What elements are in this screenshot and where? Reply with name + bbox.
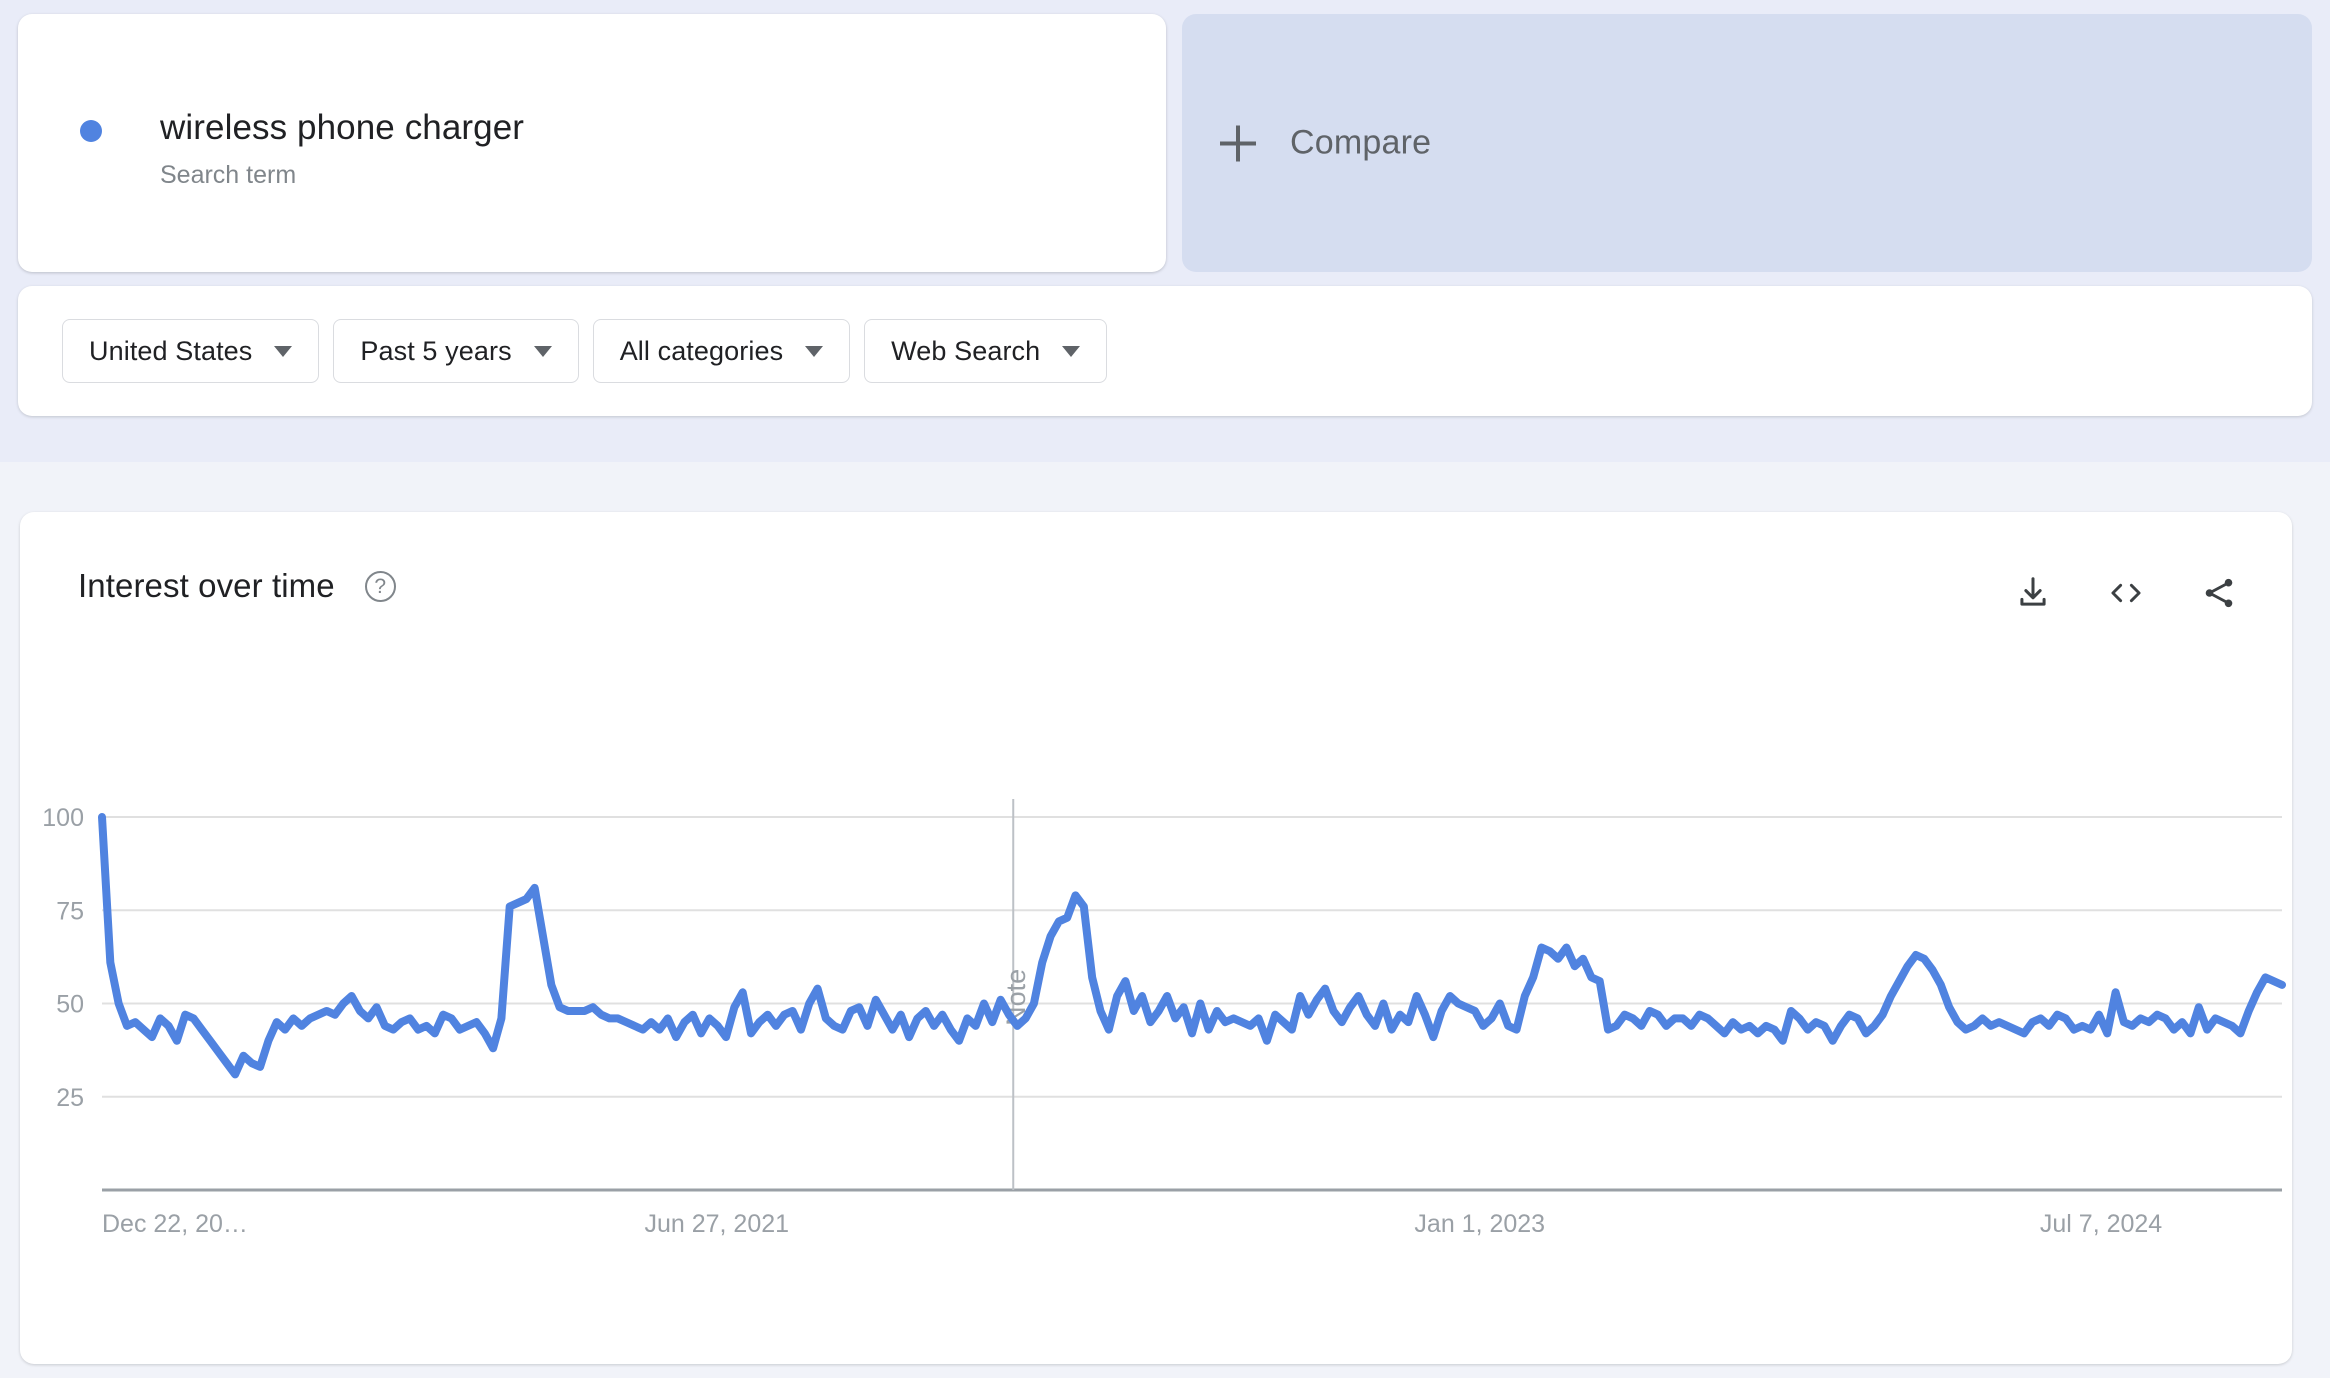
compare-button[interactable]: Compare bbox=[1182, 14, 2312, 272]
search-term-content: wireless phone charger Search term bbox=[80, 106, 524, 192]
search-term-card[interactable]: wireless phone charger Search term bbox=[18, 14, 1166, 272]
series-color-dot-icon bbox=[80, 120, 102, 142]
chart-title: Interest over time bbox=[78, 567, 335, 604]
chevron-down-icon bbox=[533, 345, 552, 357]
google-trends-page: wireless phone charger Search term Compa… bbox=[0, 0, 2330, 1378]
y-axis-tick-label: 25 bbox=[56, 1084, 84, 1112]
chart-title-wrap: Interest over time ? bbox=[78, 567, 396, 605]
y-axis-tick-label: 75 bbox=[56, 897, 84, 925]
series-line-wireless-phone-charger[interactable] bbox=[98, 813, 2286, 1079]
x-axis-tick-label: Dec 22, 20… bbox=[102, 1210, 248, 1238]
chart-header: Interest over time ? bbox=[20, 512, 2292, 652]
chevron-down-icon bbox=[274, 345, 293, 357]
filter-bar: United States Past 5 years All categorie… bbox=[18, 286, 2312, 416]
interest-over-time-svg: 100755025NoteDec 22, 20… Jun 27, 2021 Jan … bbox=[42, 799, 2286, 1238]
y-axis-tick-label: 100 bbox=[42, 804, 84, 832]
interest-over-time-card: Interest over time ? 100 75 50 25 Note D… bbox=[20, 512, 2292, 1364]
x-axis-tick-label: Jan 1, 2023 bbox=[1414, 1210, 1545, 1238]
filter-label-time-range: Past 5 years bbox=[360, 335, 512, 366]
chevron-down-icon bbox=[805, 345, 824, 357]
x-axis-tick-label: Jun 27, 2021 bbox=[644, 1210, 789, 1238]
query-row: wireless phone charger Search term Compa… bbox=[18, 14, 2312, 272]
share-icon[interactable] bbox=[2200, 574, 2238, 612]
search-term-texts: wireless phone charger Search term bbox=[160, 106, 524, 192]
x-axis-tick-label: Jul 7, 2024 bbox=[2040, 1210, 2162, 1238]
filter-label-search-type: Web Search bbox=[891, 335, 1041, 366]
plus-icon bbox=[1220, 125, 1256, 161]
y-axis-tick-label: 50 bbox=[56, 991, 84, 1019]
compare-label: Compare bbox=[1290, 123, 1432, 162]
chart-action-buttons bbox=[2014, 574, 2238, 612]
chevron-down-icon bbox=[1062, 345, 1081, 357]
filter-chip-time-range[interactable]: Past 5 years bbox=[333, 319, 579, 383]
filter-chip-location[interactable]: United States bbox=[62, 319, 320, 383]
download-csv-icon[interactable] bbox=[2014, 574, 2052, 612]
filter-chip-search-type[interactable]: Web Search bbox=[864, 319, 1108, 383]
compare-content: Compare bbox=[1220, 124, 1431, 163]
filter-label-location: United States bbox=[89, 335, 253, 366]
interest-over-time-plot[interactable]: 100 75 50 25 Note Dec 22, 20… Jun 27, 2021 Jan … bbox=[20, 652, 2292, 1364]
embed-code-icon[interactable] bbox=[2106, 574, 2146, 612]
help-circle-icon[interactable]: ? bbox=[364, 570, 396, 602]
filter-label-category: All categories bbox=[619, 335, 784, 366]
filter-chip-category[interactable]: All categories bbox=[592, 319, 851, 383]
search-term-title: wireless phone charger bbox=[160, 108, 525, 147]
search-term-subtitle: Search term bbox=[160, 161, 297, 189]
